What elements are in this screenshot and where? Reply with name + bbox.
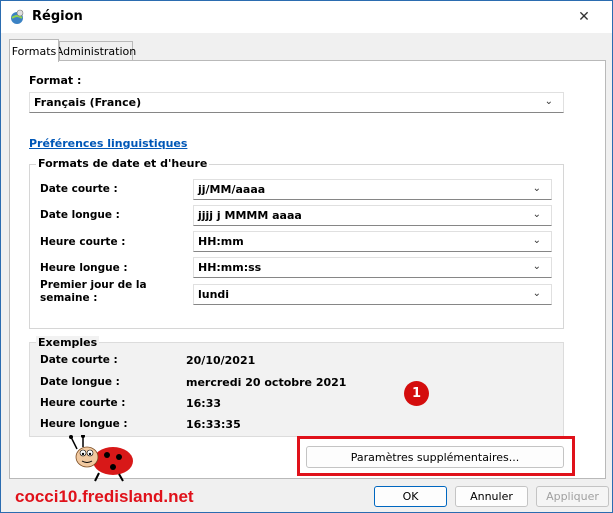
formats-panel: Format : Français (France) ⌄ Préférences… (9, 60, 606, 479)
example-date-longue-label: Date longue : (40, 376, 120, 388)
premier-jour-label: Premier jour de la semaine : (40, 279, 147, 304)
heure-courte-value: HH:mm (198, 235, 244, 248)
premier-jour-value: lundi (198, 288, 230, 301)
example-heure-courte-value: 16:33 (186, 397, 222, 410)
group-title: Formats de date et d'heure (36, 157, 210, 170)
heure-longue-value: HH:mm:ss (198, 261, 262, 274)
examples-group: Exemples Date courte : 20/10/2021 Date l… (29, 336, 564, 437)
example-heure-longue-value: 16:33:35 (186, 418, 241, 431)
format-value: Français (France) (34, 96, 142, 109)
region-dialog: Région ✕ Formats Administration Format :… (0, 0, 613, 513)
date-courte-label: Date courte : (40, 183, 118, 195)
example-date-courte-value: 20/10/2021 (186, 354, 256, 367)
cancel-button[interactable]: Annuler (455, 486, 528, 507)
step-badge: 1 (404, 381, 429, 406)
date-longue-dropdown[interactable]: jjjj j MMMM aaaa ⌄ (193, 205, 552, 226)
date-courte-value: jj/MM/aaaa (198, 183, 266, 196)
tab-formats[interactable]: Formats (9, 39, 59, 62)
ladybug-icon (69, 434, 139, 483)
example-heure-longue-label: Heure longue : (40, 418, 128, 430)
chevron-down-icon: ⌄ (532, 235, 541, 246)
heure-longue-dropdown[interactable]: HH:mm:ss ⌄ (193, 257, 552, 278)
window-title: Région (32, 9, 83, 24)
examples-title: Exemples (36, 336, 100, 349)
heure-longue-label: Heure longue : (40, 262, 128, 274)
chevron-down-icon: ⌄ (532, 288, 541, 299)
example-heure-courte-label: Heure courte : (40, 397, 126, 409)
title-bar: Région ✕ (1, 1, 612, 33)
example-date-courte-label: Date courte : (40, 354, 118, 366)
more-settings-button[interactable]: Paramètres supplémentaires... (306, 446, 564, 468)
date-longue-value: jjjj j MMMM aaaa (198, 209, 302, 222)
premier-jour-dropdown[interactable]: lundi ⌄ (193, 284, 552, 305)
chevron-down-icon: ⌄ (532, 209, 541, 220)
apply-button[interactable]: Appliquer (536, 486, 609, 507)
chevron-down-icon: ⌄ (544, 96, 553, 107)
region-globe-icon (9, 9, 25, 25)
heure-courte-dropdown[interactable]: HH:mm ⌄ (193, 231, 552, 252)
chevron-down-icon: ⌄ (532, 261, 541, 272)
tab-administration[interactable]: Administration (56, 41, 136, 61)
site-watermark: cocci10.fredisland.net (15, 487, 194, 506)
format-label: Format : (29, 74, 82, 87)
date-courte-dropdown[interactable]: jj/MM/aaaa ⌄ (193, 179, 552, 200)
language-preferences-link[interactable]: Préférences linguistiques (29, 137, 187, 150)
date-time-formats-group: Formats de date et d'heure Date courte :… (29, 157, 564, 329)
format-dropdown[interactable]: Français (France) ⌄ (29, 92, 564, 113)
ok-button[interactable]: OK (374, 486, 447, 507)
heure-courte-label: Heure courte : (40, 236, 126, 248)
example-date-longue-value: mercredi 20 octobre 2021 (186, 376, 347, 389)
date-longue-label: Date longue : (40, 209, 120, 221)
close-icon[interactable]: ✕ (561, 1, 607, 33)
chevron-down-icon: ⌄ (532, 183, 541, 194)
